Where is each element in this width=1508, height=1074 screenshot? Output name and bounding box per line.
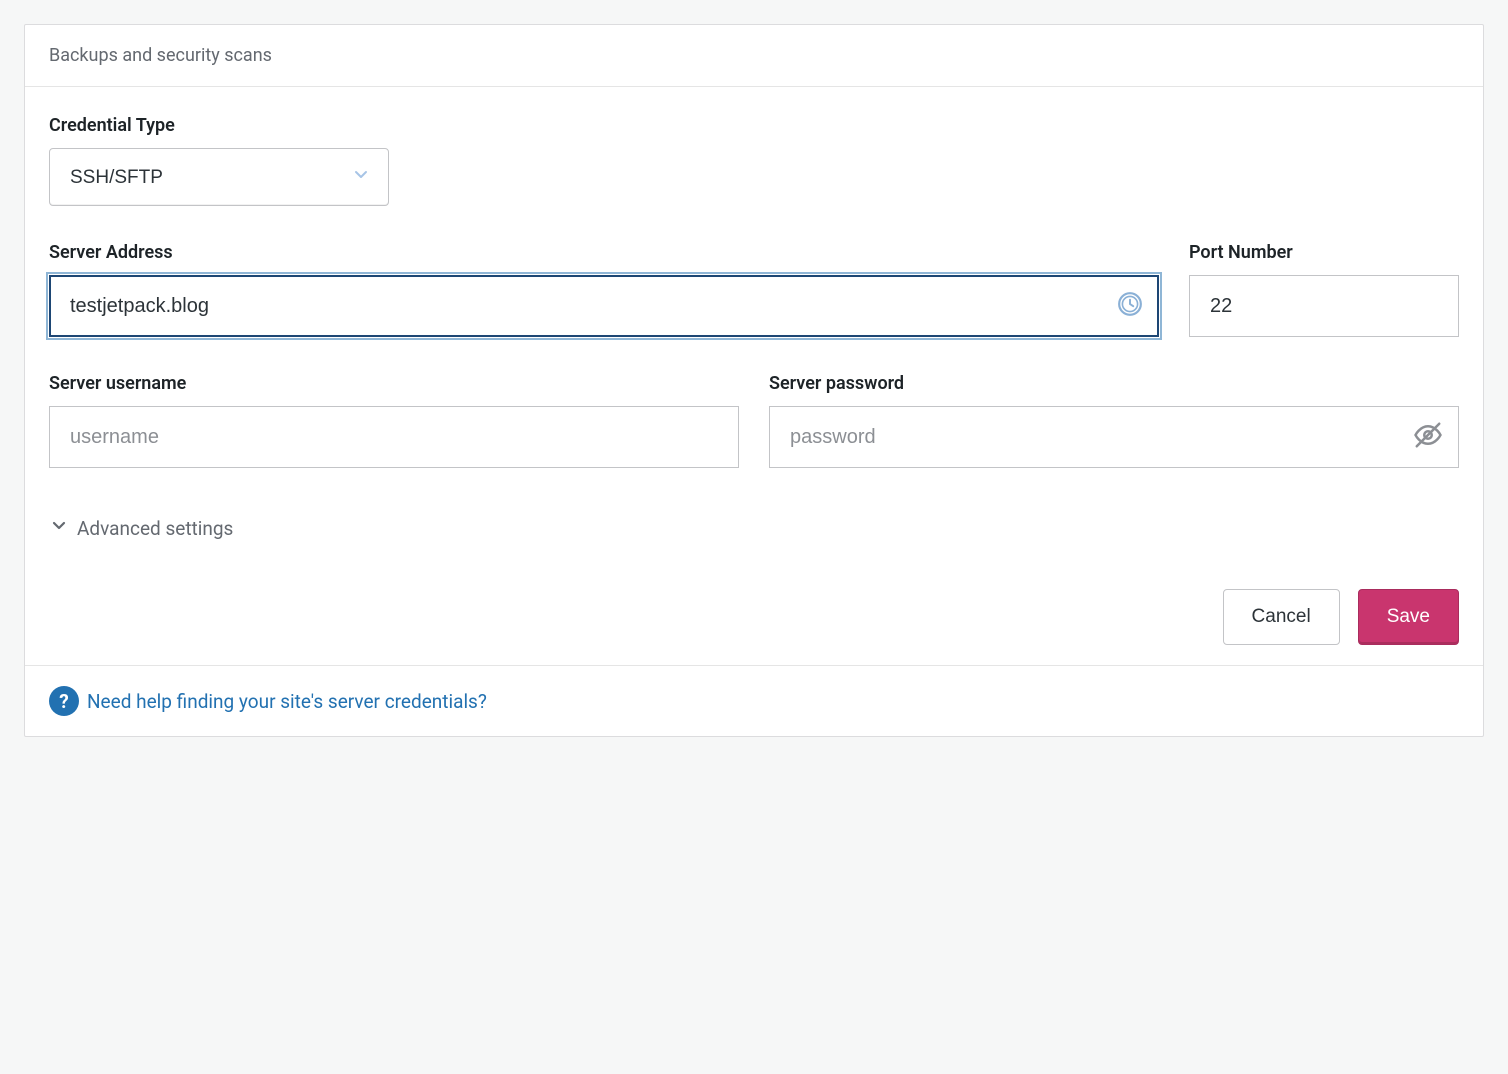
- username-col: Server username: [49, 373, 739, 468]
- cancel-button[interactable]: Cancel: [1223, 589, 1340, 645]
- password-input-wrap: [769, 406, 1459, 468]
- server-address-input[interactable]: [49, 275, 1159, 337]
- help-link[interactable]: Need help finding your site's server cre…: [87, 690, 487, 713]
- card-header: Backups and security scans: [25, 25, 1483, 87]
- advanced-settings-label: Advanced settings: [77, 517, 233, 540]
- form-actions: Cancel Save: [49, 589, 1459, 645]
- save-button[interactable]: Save: [1358, 589, 1459, 645]
- toggle-password-visibility-icon[interactable]: [1413, 420, 1443, 454]
- server-address-col: Server Address: [49, 242, 1159, 337]
- credential-type-label: Credential Type: [49, 115, 1459, 136]
- password-label: Server password: [769, 373, 1459, 394]
- username-label: Server username: [49, 373, 739, 394]
- clock-icon: [1117, 291, 1143, 321]
- card-footer: ? Need help finding your site's server c…: [25, 665, 1483, 736]
- server-address-input-wrap: [49, 275, 1159, 337]
- password-input[interactable]: [769, 406, 1459, 468]
- chevron-down-icon: [49, 516, 69, 541]
- credential-type-select[interactable]: SSH/SFTP: [49, 148, 389, 206]
- port-col: Port Number: [1189, 242, 1459, 337]
- help-icon: ?: [49, 686, 79, 716]
- address-port-row: Server Address Port Number: [49, 242, 1459, 337]
- credentials-card: Backups and security scans Credential Ty…: [24, 24, 1484, 737]
- advanced-settings-toggle[interactable]: Advanced settings: [49, 516, 233, 541]
- port-input[interactable]: [1189, 275, 1459, 337]
- card-body: Credential Type SSH/SFTP Server Address: [25, 87, 1483, 665]
- user-pass-row: Server username Server password: [49, 373, 1459, 468]
- port-label: Port Number: [1189, 242, 1459, 263]
- username-input[interactable]: [49, 406, 739, 468]
- server-address-label: Server Address: [49, 242, 1159, 263]
- card-title: Backups and security scans: [49, 45, 272, 66]
- credential-type-select-wrap: SSH/SFTP: [49, 148, 389, 206]
- password-col: Server password: [769, 373, 1459, 468]
